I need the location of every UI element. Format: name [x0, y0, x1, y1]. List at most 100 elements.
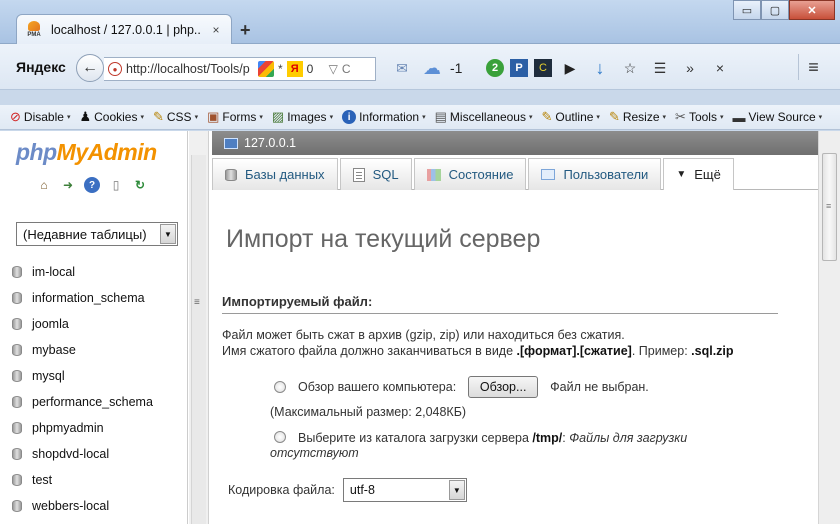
site-identity-icon[interactable]: ● — [108, 62, 122, 76]
devbar-view-source-label: View Source — [748, 110, 816, 124]
reload-navigation-icon[interactable]: ↻ — [132, 177, 148, 193]
logout-icon[interactable]: ➜ — [60, 177, 76, 193]
more-chevron-icon[interactable]: » — [678, 57, 702, 79]
dropdown-arrow-icon: ▾ — [528, 114, 533, 121]
documentation-icon[interactable]: ▯ — [108, 177, 124, 193]
database-name[interactable]: information_schema — [32, 291, 145, 305]
cookies-icon: ♟ — [79, 109, 92, 124]
weather-icon[interactable]: ☁ — [420, 57, 444, 79]
devbar-information[interactable]: i Information ▾ — [342, 110, 426, 124]
devbar-css[interactable]: ✎ CSS ▾ — [153, 109, 198, 125]
devbar-cookies[interactable]: ♟ Cookies ▾ — [79, 109, 144, 125]
database-item[interactable]: mybase — [12, 337, 182, 363]
devbar-miscellaneous[interactable]: ▤ Miscellaneous ▾ — [435, 109, 533, 125]
database-item[interactable]: joomla — [12, 311, 182, 337]
server-directory-colon: : — [562, 431, 566, 445]
navigation-scrollbar[interactable] — [191, 155, 206, 524]
database-name[interactable]: phpmyadmin — [32, 421, 104, 435]
splitter-grip-icon[interactable]: ≡ — [194, 297, 200, 308]
tab-users[interactable]: Пользователи — [528, 158, 662, 190]
database-item[interactable]: im-local — [12, 259, 182, 285]
browse-computer-label[interactable]: Обзор вашего компьютера: — [298, 380, 456, 394]
sql-icon — [352, 167, 365, 182]
tab-sql[interactable]: SQL — [339, 158, 412, 190]
download-icon[interactable]: ↓ — [588, 57, 612, 79]
browse-computer-radio[interactable] — [274, 381, 286, 393]
database-name[interactable]: test — [32, 473, 52, 487]
main-scrollbar[interactable]: ≡ — [818, 131, 840, 524]
weather-value[interactable]: -1 — [450, 57, 480, 79]
tab-status[interactable]: Состояние — [413, 158, 527, 190]
new-tab-button[interactable]: + — [240, 20, 251, 41]
clipboard-icon[interactable]: ☰ — [648, 57, 672, 79]
tab-sql-label: SQL — [372, 167, 399, 182]
url-text[interactable]: http://localhost/Tools/p — [126, 62, 254, 76]
server-directory-label[interactable]: Выберите из каталога загрузки сервера /t… — [298, 430, 687, 446]
p-extension-icon[interactable]: P — [510, 59, 528, 77]
recent-tables-select[interactable]: (Недавние таблицы) ▼ — [16, 222, 178, 246]
home-icon[interactable]: ⌂ — [36, 177, 52, 193]
google-icon[interactable] — [258, 61, 274, 77]
database-name[interactable]: shopdvd-local — [32, 447, 109, 461]
hamburger-menu-icon[interactable]: ≡ — [798, 54, 828, 80]
dropdown-arrow-icon: ▾ — [422, 114, 426, 121]
toolbar-close-icon[interactable]: × — [708, 57, 732, 79]
dropdown-arrow-icon: ▾ — [259, 114, 263, 121]
browse-button[interactable]: Обзор... — [468, 376, 539, 398]
tab-more[interactable]: ▼ Ещё — [663, 158, 734, 190]
green-badge-icon[interactable]: 2 — [486, 59, 504, 77]
devbar-disable[interactable]: ⊘ Disable ▾ — [10, 109, 70, 125]
chevron-down-icon[interactable]: ▼ — [160, 224, 176, 244]
database-item[interactable]: information_schema — [12, 285, 182, 311]
database-name[interactable]: webbers-local — [32, 499, 109, 513]
minimize-button[interactable]: ▭ — [733, 0, 761, 20]
charset-select[interactable]: utf-8 ▼ — [342, 478, 467, 502]
help-icon[interactable]: ? — [84, 177, 100, 193]
yandex-icon[interactable]: Я — [286, 61, 303, 77]
server-name[interactable]: 127.0.0.1 — [244, 136, 296, 150]
mail-icon[interactable]: ✉ — [390, 57, 414, 79]
devbar-outline[interactable]: ✎ Outline ▾ — [541, 109, 599, 125]
c-extension-icon[interactable]: C — [534, 59, 552, 77]
devbar-tools-label: Tools — [688, 110, 717, 124]
tab-databases[interactable]: Базы данных — [212, 158, 338, 190]
back-button[interactable]: ← — [76, 54, 104, 82]
database-item[interactable]: shopdvd-local — [12, 441, 182, 467]
database-item[interactable]: webbers-local — [12, 493, 182, 519]
bookmark-star-icon[interactable]: ☆ — [618, 57, 642, 79]
devbar-images[interactable]: ▨ Images ▾ — [272, 109, 333, 125]
devbar-tools[interactable]: ✂ Tools ▾ — [675, 109, 723, 125]
logo-myadmin: MyAdmin — [56, 139, 158, 165]
database-name[interactable]: im-local — [32, 265, 75, 279]
frame-splitter[interactable]: ≡ — [189, 131, 209, 524]
devbar-forms[interactable]: ▣ Forms ▾ — [207, 109, 263, 125]
database-name[interactable]: performance_schema — [32, 395, 153, 409]
chevron-down-icon[interactable]: ▼ — [448, 480, 465, 500]
desc-example: .sql.zip — [691, 344, 734, 358]
database-item[interactable]: test — [12, 467, 182, 493]
maximize-button[interactable]: ▢ — [761, 0, 789, 20]
devbar-resize[interactable]: ✎ Resize ▾ — [609, 109, 666, 125]
phpmyadmin-logo[interactable]: phpMyAdmin — [16, 139, 157, 166]
charset-value: utf-8 — [349, 483, 375, 497]
browser-tab[interactable]: PMA localhost / 127.0.0.1 | php... × — [16, 14, 232, 45]
view-source-icon: ▬ — [732, 109, 746, 125]
history-dropdown-icon[interactable]: ▽ — [329, 62, 338, 76]
desc-line-2: Имя сжатого файла должно заканчиваться в… — [222, 343, 734, 359]
database-name[interactable]: mysql — [32, 369, 65, 383]
database-name[interactable]: joomla — [32, 317, 69, 331]
database-name[interactable]: mybase — [32, 343, 76, 357]
database-item[interactable]: mysql — [12, 363, 182, 389]
url-bar[interactable]: ● http://localhost/Tools/p * Я 0 ▽ C — [104, 57, 376, 81]
tab-close-icon[interactable]: × — [209, 23, 223, 37]
close-window-button[interactable]: ✕ — [789, 0, 835, 20]
database-item[interactable]: phpmyadmin — [12, 415, 182, 441]
server-directory-radio[interactable] — [274, 431, 286, 443]
yandex-logo[interactable]: Яндекс — [16, 59, 66, 75]
reload-icon[interactable]: C — [342, 62, 351, 76]
play-icon[interactable]: ▶ — [558, 57, 582, 79]
database-item[interactable]: performance_schema — [12, 389, 182, 415]
tab-users-label: Пользователи — [563, 167, 649, 182]
devbar-view-source[interactable]: ▬ View Source ▾ — [732, 110, 822, 125]
scrollbar-grip-icon: ≡ — [826, 201, 832, 211]
